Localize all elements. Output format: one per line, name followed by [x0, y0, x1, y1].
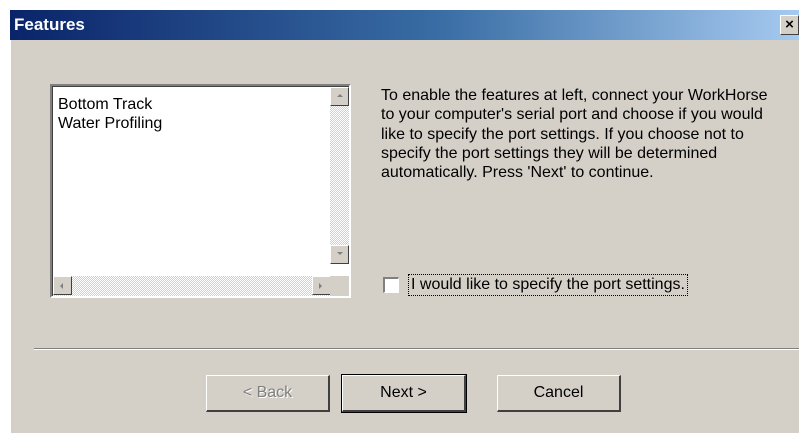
- list-item[interactable]: Bottom Track: [58, 95, 162, 114]
- back-button[interactable]: < Back: [206, 375, 330, 412]
- port-settings-checkbox[interactable]: [383, 277, 399, 293]
- port-settings-label[interactable]: I would like to specify the port setting…: [408, 274, 688, 296]
- arrow-right-icon: [319, 283, 322, 289]
- cancel-button-label: Cancel: [533, 384, 584, 401]
- arrow-left-icon: [60, 283, 63, 289]
- separator: [34, 348, 799, 350]
- instructions-text: To enable the features at left, connect …: [381, 87, 768, 182]
- next-button-label: Next >: [380, 384, 427, 401]
- features-dialog: Features × Bottom Track Water Profiling: [10, 10, 799, 433]
- arrow-up-icon: [337, 94, 343, 97]
- horizontal-scrollbar[interactable]: [53, 276, 331, 296]
- back-button-label: < Back: [242, 384, 293, 401]
- scroll-down-button[interactable]: [330, 245, 349, 264]
- features-listbox[interactable]: Bottom Track Water Profiling: [50, 84, 351, 298]
- scroll-up-button[interactable]: [330, 87, 349, 106]
- cancel-button[interactable]: Cancel: [497, 375, 621, 412]
- next-button[interactable]: Next >: [341, 374, 467, 413]
- dialog-title: Features: [14, 15, 85, 34]
- close-icon: ×: [785, 16, 794, 33]
- close-button[interactable]: ×: [780, 15, 799, 35]
- scroll-right-button[interactable]: [312, 276, 331, 295]
- list-item[interactable]: Water Profiling: [58, 114, 162, 133]
- scroll-corner: [330, 276, 349, 296]
- arrow-down-icon: [337, 252, 343, 255]
- title-bar[interactable]: Features ×: [10, 10, 799, 40]
- vertical-scrollbar[interactable]: [330, 87, 349, 264]
- scroll-left-button[interactable]: [53, 276, 72, 295]
